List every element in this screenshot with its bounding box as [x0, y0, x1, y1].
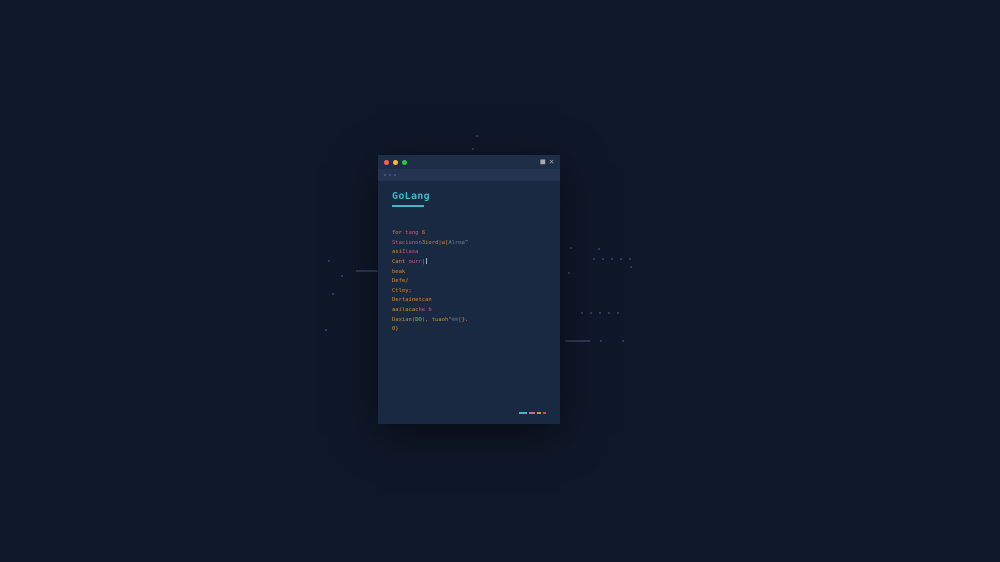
decor-dot	[328, 260, 330, 262]
code-token: tang	[405, 229, 422, 239]
code-token: asi	[392, 248, 402, 258]
code-token: beak	[392, 268, 405, 278]
decor-dot	[341, 275, 343, 277]
code-token: ®®	[452, 316, 459, 326]
code-token: Alrma™	[448, 239, 468, 249]
editor-content[interactable]: GoLang for tang ßStaciunon3iord|a[Alrma™…	[378, 181, 560, 424]
decor-dot	[617, 312, 619, 314]
footer-bar-orange	[537, 412, 541, 414]
footer-bar-pink	[529, 412, 535, 414]
code-token: ourr	[409, 258, 422, 268]
window-controls: ■ ✕	[540, 158, 554, 166]
code-line[interactable]: Daxian(DO), tuaoh"®®|}.	[392, 316, 546, 326]
code-line[interactable]: for tang ß	[392, 229, 546, 239]
code-token: Dertainetcan	[392, 296, 432, 306]
decor-dot	[600, 340, 602, 342]
code-token: for	[392, 229, 405, 239]
decor-dot	[598, 248, 600, 250]
code-token: ß	[422, 229, 425, 239]
text-cursor	[426, 258, 427, 264]
code-token: tuaoh"	[432, 316, 452, 326]
footer-progress-bars	[519, 412, 546, 414]
code-line[interactable]: Staciunon3iord|a[Alrma™	[392, 239, 546, 249]
code-line[interactable]: aailacache b	[392, 306, 546, 316]
decor-dot	[325, 329, 327, 331]
decor-dot	[332, 293, 334, 295]
code-line[interactable]: asiIlasa	[392, 248, 546, 258]
editor-window: ■ ✕ GoLang for tang ßStaciunon3iord|a[Al…	[378, 155, 560, 424]
code-line[interactable]: Defe/	[392, 277, 546, 287]
footer-bar-teal	[519, 412, 527, 414]
code-line[interactable]: Cant ourr|	[392, 258, 546, 268]
decor-dot	[629, 258, 631, 260]
code-token: he b	[419, 306, 432, 316]
decor-dot	[608, 312, 610, 314]
decor-dot	[622, 340, 624, 342]
code-line[interactable]: 0}	[392, 325, 546, 335]
decor-dot	[602, 258, 604, 260]
decor-dot	[590, 312, 592, 314]
decor-dot	[593, 258, 595, 260]
title-underline	[392, 205, 424, 207]
decor-dot	[581, 312, 583, 314]
code-line[interactable]: Dertainetcan	[392, 296, 546, 306]
code-token: |a[	[438, 239, 448, 249]
code-block[interactable]: for tang ßStaciunon3iord|a[Alrma™asiIlas…	[392, 229, 546, 335]
decor-dot	[472, 148, 474, 150]
tab-indicator-dot	[384, 174, 386, 176]
decor-dot	[476, 135, 478, 137]
code-token: 3iord	[422, 239, 439, 249]
code-token: DO	[415, 316, 422, 326]
tab-bar	[378, 169, 560, 181]
code-token: }.	[462, 316, 469, 326]
decor-dot	[611, 258, 613, 260]
code-token: Staciunon	[392, 239, 422, 249]
code-line[interactable]: Ctloy;	[392, 287, 546, 297]
code-token: /	[405, 277, 408, 287]
traffic-lights	[384, 160, 407, 165]
decor-dot	[630, 266, 632, 268]
code-token: aailacac	[392, 306, 419, 316]
code-token: ),	[422, 316, 432, 326]
minimize-traffic-light[interactable]	[393, 160, 398, 165]
code-token: 0}	[392, 325, 399, 335]
titlebar: ■ ✕	[378, 155, 560, 169]
decor-dot	[599, 312, 601, 314]
decor-dot	[568, 272, 570, 274]
decor-dash	[565, 340, 590, 342]
code-line[interactable]: beak	[392, 268, 546, 278]
code-token: |	[422, 258, 425, 268]
zoom-traffic-light[interactable]	[402, 160, 407, 165]
close-icon[interactable]: ✕	[549, 158, 554, 166]
decor-dash	[356, 270, 378, 272]
footer-bar-red	[543, 412, 546, 414]
code-token: Ctloy;	[392, 287, 412, 297]
code-token: Defe	[392, 277, 405, 287]
code-token: Daxian(	[392, 316, 415, 326]
decor-dot	[570, 247, 572, 249]
code-token: Cant	[392, 258, 409, 268]
close-traffic-light[interactable]	[384, 160, 389, 165]
tab-indicator-dot	[394, 174, 396, 176]
decor-dot	[620, 258, 622, 260]
tab-indicator-dot	[389, 174, 391, 176]
maximize-icon[interactable]: ■	[540, 158, 545, 166]
code-token: Ilasa	[402, 248, 419, 258]
page-title: GoLang	[392, 191, 546, 202]
